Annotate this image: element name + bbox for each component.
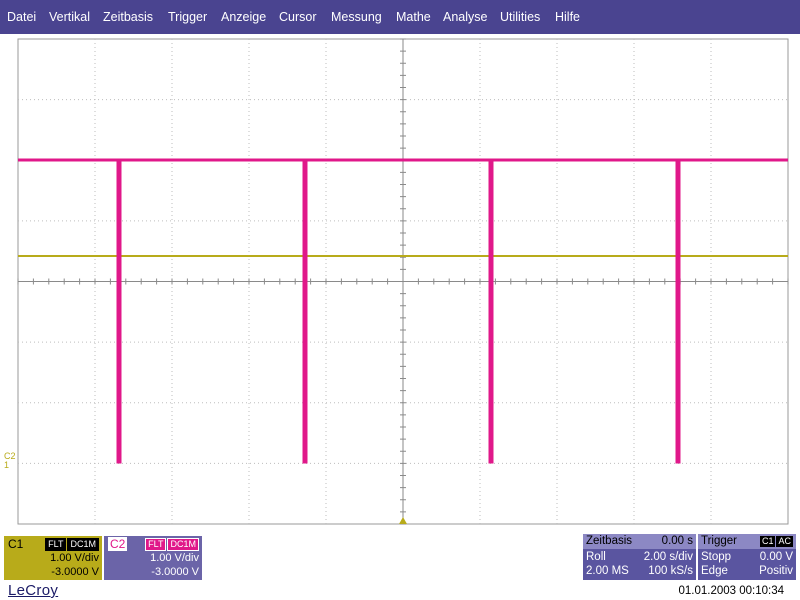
trigger-label: Trigger xyxy=(701,535,737,547)
channel-c2-panel[interactable]: C2 FLT DC1M 1.00 V/div -3.0000 V xyxy=(104,536,202,580)
trigger-level: 0.00 V xyxy=(759,551,793,563)
trigger-source-badge: C1 xyxy=(759,536,776,547)
volts-per-div: 1.00 V/div xyxy=(50,552,99,564)
coupling-badge: FLT xyxy=(45,538,67,551)
trigger-panel[interactable]: Trigger C1 AC Stopp 0.00 V Edge Positiv xyxy=(698,534,796,580)
menu-trigger[interactable]: Trigger xyxy=(168,0,207,34)
coupling-badge: FLT xyxy=(145,538,167,551)
coupling-badge: DC1M xyxy=(167,538,199,551)
trigger-type: Edge xyxy=(701,565,728,577)
offset-value: -3.0000 V xyxy=(51,566,99,578)
menu-anzeige[interactable]: Anzeige xyxy=(221,0,266,34)
menu-zeitbasis[interactable]: Zeitbasis xyxy=(103,0,153,34)
trigger-slope: Positiv xyxy=(759,565,793,577)
menu-messung[interactable]: Messung xyxy=(331,0,382,34)
menu-hilfe[interactable]: Hilfe xyxy=(555,0,580,34)
menu-utilities[interactable]: Utilities xyxy=(500,0,540,34)
timebase-mode: Roll xyxy=(586,551,606,563)
channel-marker-c2: C2 1 xyxy=(4,451,16,470)
date-time: 01.01.2003 00:10:34 xyxy=(678,585,784,597)
channel-c1-panel[interactable]: C1 FLT DC1M 1.00 V/div -3.0000 V xyxy=(4,536,102,580)
volts-per-div: 1.00 V/div xyxy=(150,552,199,564)
channel-name: C2 xyxy=(108,537,128,551)
menu-analyse[interactable]: Analyse xyxy=(443,0,487,34)
sample-rate: 100 kS/s xyxy=(648,565,693,577)
trigger-state: Stopp xyxy=(701,551,732,563)
time-per-div: 2.00 s/div xyxy=(643,551,693,563)
menu-vertikal[interactable]: Vertikal xyxy=(49,0,90,34)
oscilloscope-display[interactable] xyxy=(0,34,800,534)
channel-name: C1 xyxy=(8,537,24,551)
menu-datei[interactable]: Datei xyxy=(7,0,36,34)
trigger-coupling-badge: AC xyxy=(776,536,793,547)
timebase-delay: 0.00 s xyxy=(661,535,693,547)
menu-mathe[interactable]: Mathe xyxy=(396,0,431,34)
menu-bar: Datei Vertikal Zeitbasis Trigger Anzeige Curs… xyxy=(0,0,800,34)
menu-cursor[interactable]: Cursor xyxy=(279,0,317,34)
timebase-panel[interactable]: Zeitbasis 0.00 s Roll 2.00 s/div 2.00 MS… xyxy=(583,534,696,580)
trigger-position-marker xyxy=(399,517,407,524)
coupling-badge: DC1M xyxy=(67,538,99,551)
timebase-label: Zeitbasis xyxy=(586,535,633,547)
lecroy-logo: LeCroy xyxy=(8,582,59,599)
waveform-grid xyxy=(17,38,789,525)
offset-value: -3.0000 V xyxy=(151,566,199,578)
sample-count: 2.00 MS xyxy=(586,565,629,577)
